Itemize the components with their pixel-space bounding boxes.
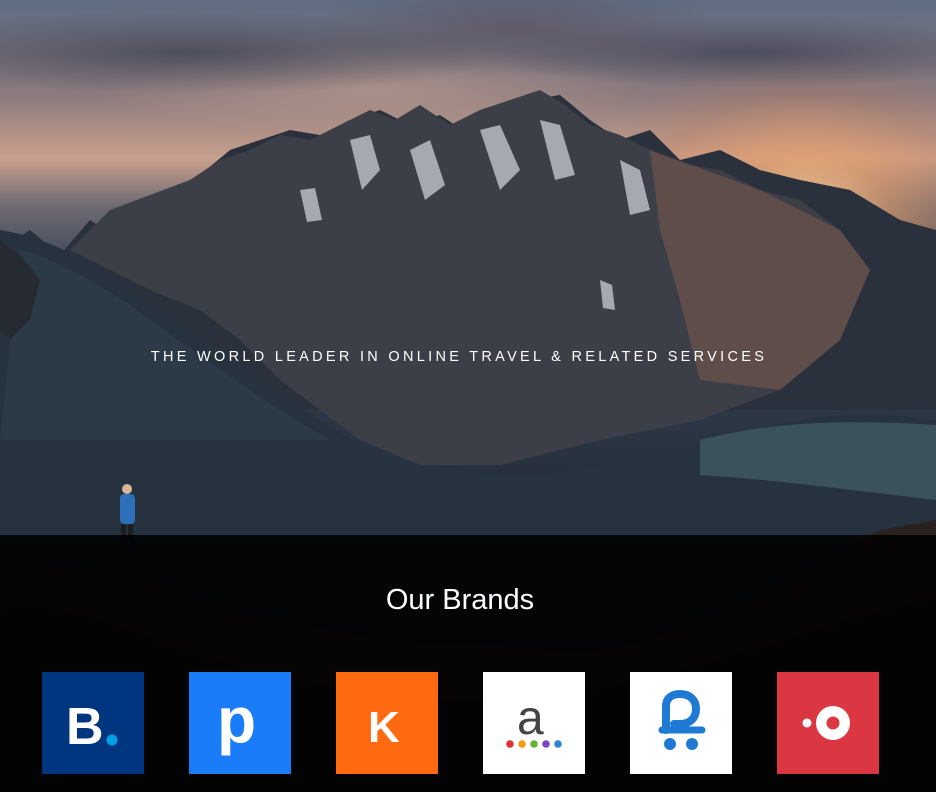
kayak-logo-icon: K — [336, 672, 438, 774]
priceline-brand-tile[interactable]: p — [189, 672, 291, 774]
rentalcars-logo-icon — [630, 672, 732, 774]
mountain-range-image — [0, 90, 936, 540]
agoda-logo-icon: a — [483, 672, 585, 774]
booking-logo-icon: B — [42, 672, 144, 774]
svg-text:a: a — [517, 692, 544, 745]
agoda-brand-tile[interactable]: a — [483, 672, 585, 774]
opentable-logo-icon — [777, 672, 879, 774]
brands-title: Our Brands — [385, 584, 535, 616]
svg-text:K: K — [368, 703, 400, 752]
svg-text:B: B — [66, 698, 104, 756]
booking-brand-tile[interactable]: B — [42, 672, 144, 774]
hero-tagline: THE WORLD LEADER IN ONLINE TRAVEL & RELA… — [150, 349, 768, 365]
opentable-brand-tile[interactable] — [777, 672, 879, 774]
rentalcars-brand-tile[interactable] — [630, 672, 732, 774]
priceline-logo-icon: p — [189, 672, 291, 774]
kayak-brand-tile[interactable]: K — [336, 672, 438, 774]
svg-text:p: p — [217, 684, 256, 756]
